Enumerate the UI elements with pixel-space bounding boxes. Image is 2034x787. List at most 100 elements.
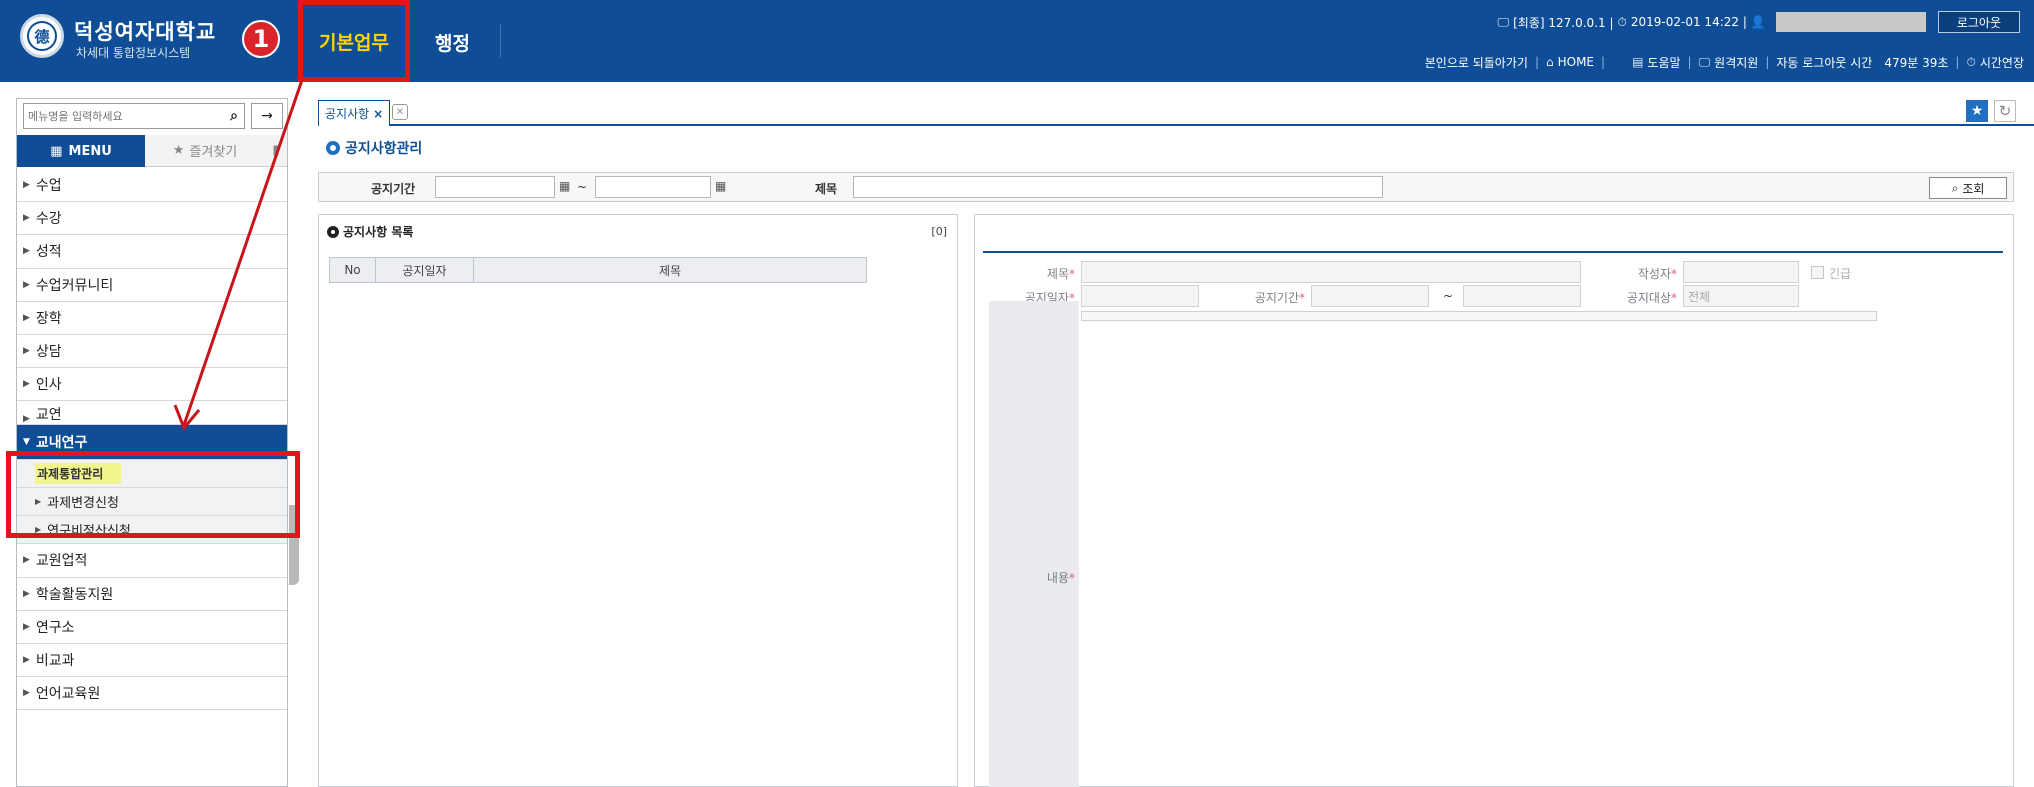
calendar-icon[interactable]: ▦ xyxy=(559,179,570,193)
urgent-checkbox[interactable] xyxy=(1811,266,1824,279)
detail-period-end-field[interactable] xyxy=(1463,285,1581,307)
favorite-star-icon[interactable]: ★ xyxy=(1966,100,1988,122)
menu-item-faculty-achievement[interactable]: ▶ 교원업적 xyxy=(17,544,287,578)
inquiry-button-label: 조회 xyxy=(1962,181,1985,196)
column-header-no[interactable]: No xyxy=(330,258,376,282)
extend-time-link[interactable]: 시간연장 xyxy=(1980,54,2024,71)
caret-right-icon: ▶ xyxy=(23,379,30,390)
clock-icon: ⏱ xyxy=(1617,14,1627,29)
detail-subject-label: 제목* xyxy=(1046,267,1075,281)
column-header-date[interactable]: 공지일자 xyxy=(376,258,474,282)
detail-attachment-bar[interactable] xyxy=(1081,311,1877,321)
menu-item-class[interactable]: ▶ 수업 xyxy=(17,169,287,203)
caret-right-icon: ▶ xyxy=(23,246,30,257)
caret-right-icon: ▶ xyxy=(23,621,30,632)
caret-right-icon: ▶ xyxy=(23,312,30,323)
header-status-line: 🖵 [최종] 127.0.0.1 | ⏱ 2019-02-01 14:22 | … xyxy=(1494,10,2020,34)
search-icon[interactable]: ⌕ xyxy=(230,108,238,124)
logout-button[interactable]: 로그아웃 xyxy=(1937,11,2020,33)
calendar-icon[interactable]: ▦ xyxy=(715,179,726,193)
caret-right-icon: ▶ xyxy=(23,588,30,599)
menu-search-input[interactable] xyxy=(24,109,204,123)
detail-author-field[interactable] xyxy=(1683,261,1799,283)
tab-favorites-label: 즐겨찾기 xyxy=(189,145,238,160)
detail-target-select[interactable]: 전체 xyxy=(1683,285,1799,307)
redacted-user-name xyxy=(1775,12,1926,32)
subject-label: 제목 xyxy=(815,182,838,196)
subject-search-field[interactable] xyxy=(853,176,1383,198)
tab-favorites[interactable]: ★ 즐겨찾기 xyxy=(145,135,265,167)
university-name: 덕성여자대학교 xyxy=(74,20,217,44)
tab-more[interactable]: ▮ xyxy=(265,135,287,167)
annotation-step-badge: 1 xyxy=(242,20,280,58)
search-icon: ⌕ xyxy=(1951,180,1959,195)
menu-item-scholarship[interactable]: ▶ 장학 xyxy=(17,302,287,335)
tab-menu[interactable]: ▦ MENU xyxy=(17,135,145,167)
detail-body-label-column xyxy=(989,301,1079,787)
detail-top-rule xyxy=(983,251,2003,253)
detail-body-label: 내용* xyxy=(1046,571,1075,585)
period-start-field[interactable] xyxy=(435,176,555,198)
detail-date-field[interactable] xyxy=(1081,285,1199,307)
detail-author-label: 작성자* xyxy=(1637,267,1677,281)
detail-period-start-field[interactable] xyxy=(1311,285,1429,307)
detail-target-label: 공지대상* xyxy=(1626,291,1677,305)
menu-item-counseling[interactable]: ▶ 상담 xyxy=(17,335,287,369)
period-end-field[interactable] xyxy=(595,176,711,198)
help-link[interactable]: 도움말 xyxy=(1647,54,1680,71)
caret-right-icon: ▶ xyxy=(23,180,30,191)
caret-right-icon: ▶ xyxy=(23,654,30,665)
caret-right-icon: ▶ xyxy=(23,555,30,566)
remote-support-link[interactable]: 원격지원 xyxy=(1714,54,1758,71)
detail-period-label: 공지기간* xyxy=(1254,291,1305,305)
caret-right-icon: ▶ xyxy=(23,213,30,224)
system-subtitle: 차세대 통합정보시스템 xyxy=(76,46,191,60)
tab-notice[interactable]: 공지사항 × xyxy=(318,100,391,126)
back-to-self-link[interactable]: 본인으로 되돌아가기 xyxy=(1425,54,1528,71)
nav-divider xyxy=(500,24,501,58)
caret-right-icon: ▶ xyxy=(23,279,30,290)
menu-item-grades[interactable]: ▶ 성적 xyxy=(17,235,287,269)
menu-item-extracurricular[interactable]: ▶ 비교과 xyxy=(17,644,287,678)
menu-search-box: ⌕ xyxy=(23,103,245,129)
menu-go-arrow-icon[interactable]: → xyxy=(251,103,283,129)
urgent-label: 긴급 xyxy=(1829,267,1852,281)
nav-administration[interactable]: 행정 xyxy=(435,29,470,56)
tab-notice-label: 공지사항 xyxy=(325,107,370,121)
detail-period-tilde: ~ xyxy=(1443,289,1454,303)
close-all-tabs-icon[interactable]: ✕ xyxy=(392,104,408,120)
page-title: 공지사항관리 xyxy=(326,138,422,158)
menu-item-academic-support[interactable]: ▶ 학술활동지원 xyxy=(17,578,287,611)
last-login-ip: [최종] 127.0.0.1 | xyxy=(1513,15,1614,30)
annotation-highlight-box xyxy=(6,451,300,538)
menu-item-enrollment[interactable]: ▶ 수강 xyxy=(17,202,287,236)
menu-list: ▶ 수업 ▶ 수강 ▶ 성적 ▶ 수업커뮤니티 ▶ 장학 ▶ 상담 ▶ 인사 ▶ 교연 ▼ 교내연… xyxy=(17,169,287,711)
remaining-time: 479분 39초 xyxy=(1884,55,1949,70)
nav-basic-work[interactable]: 기본업무 xyxy=(298,0,410,82)
bullet-circle-icon xyxy=(327,225,339,238)
detail-subject-field[interactable] xyxy=(1081,261,1581,283)
login-datetime: 2019-02-01 14:22 | xyxy=(1630,15,1747,29)
inquiry-button[interactable]: ⌕ 조회 xyxy=(1929,177,2007,199)
home-icon: ⌂ xyxy=(1545,55,1554,69)
close-icon[interactable]: × xyxy=(373,107,383,121)
search-condition-bar: 공지기간 ▦ ~ ▦ 제목 ⌕ 조회 xyxy=(318,172,2014,202)
menu-item-research-partial[interactable]: ▶ 교연 xyxy=(17,401,287,426)
notice-list-panel: 공지사항 목록 [0] No 공지일자 제목 xyxy=(318,214,958,787)
header-links-line: 본인으로 되돌아가기 | ⌂ HOME | ▤ 도움말 | 🖵 원격지원 | 자… xyxy=(1424,54,2024,71)
menu-item-institute[interactable]: ▶ 연구소 xyxy=(17,611,287,644)
list-title: 공지사항 목록 xyxy=(327,223,413,240)
menu-item-hr[interactable]: ▶ 인사 xyxy=(17,368,287,402)
page-title-text: 공지사항관리 xyxy=(345,141,423,157)
sidebar: ⌕ → ▦ MENU ★ 즐겨찾기 ▮ ▶수업 ▶수강 ▶성적 ▶수업커뮤니티 … xyxy=(16,98,288,787)
period-tilde: ~ xyxy=(577,180,588,194)
column-header-subject[interactable]: 제목 xyxy=(474,258,866,282)
university-logo[interactable]: 德 xyxy=(20,14,64,58)
menu-item-language-center[interactable]: ▶ 언어교육원 xyxy=(17,677,287,711)
refresh-icon[interactable]: ↻ xyxy=(1994,100,2016,122)
notice-detail-panel: 제목* 작성자* 긴급 공지일자* 공지기간* ~ 공지대상* 전체 내용* xyxy=(974,214,2014,787)
menu-item-class-community[interactable]: ▶ 수업커뮤니티 xyxy=(17,269,287,302)
home-link[interactable]: HOME xyxy=(1558,55,1594,69)
user-icon: 👤 xyxy=(1750,15,1766,29)
list-title-text: 공지사항 목록 xyxy=(343,225,414,239)
